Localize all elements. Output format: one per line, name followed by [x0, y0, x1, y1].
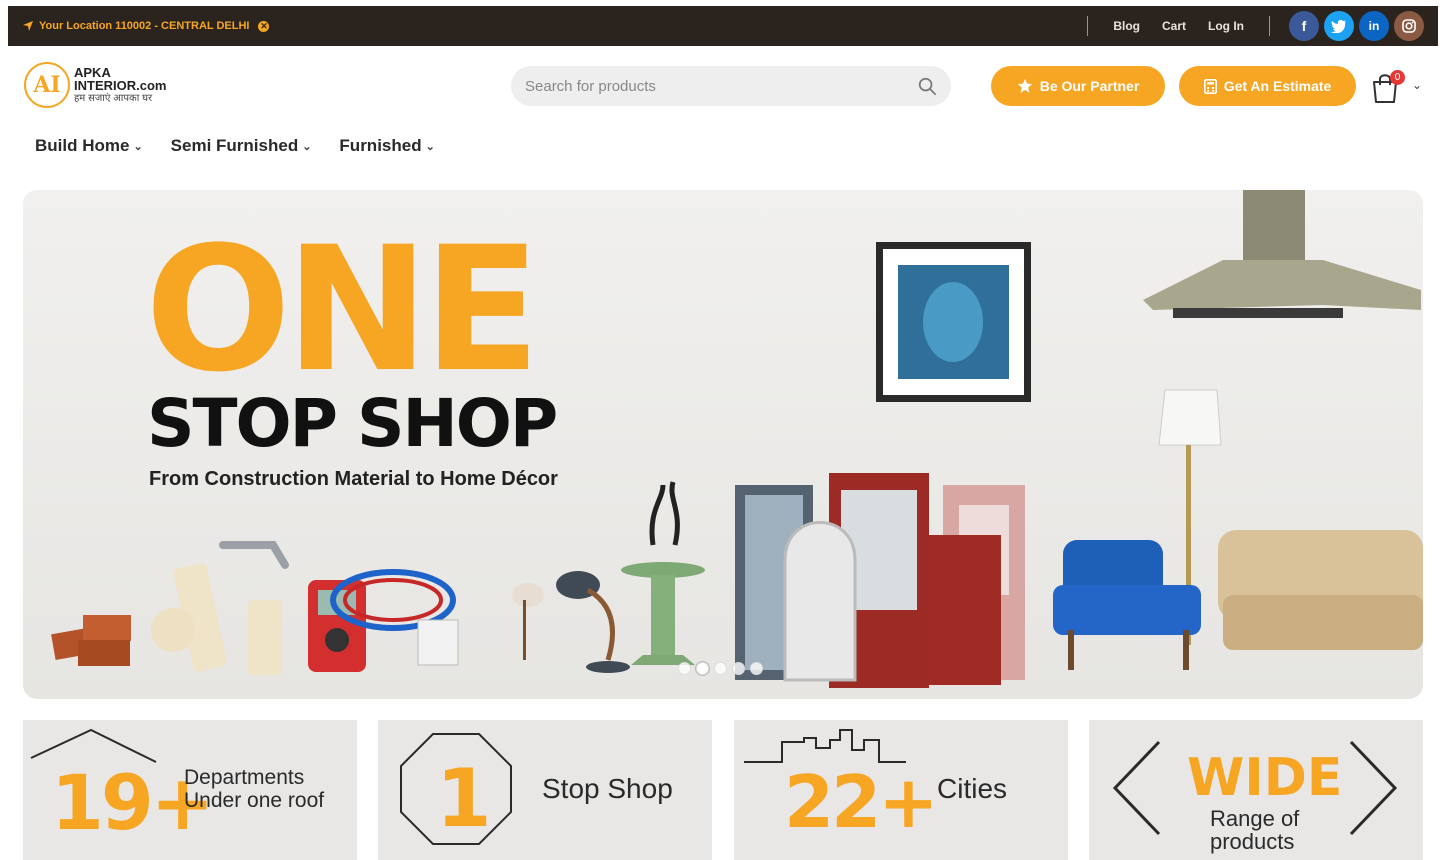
location-selector[interactable]: Your Location 110002 - CENTRAL DELHI ✕ [22, 20, 270, 32]
chevron-down-icon: ⌄ [133, 140, 143, 153]
cart-count-badge: 0 [1390, 70, 1405, 85]
carousel-dots [678, 662, 763, 675]
divider [1269, 16, 1270, 36]
instagram-icon[interactable] [1394, 11, 1424, 41]
star-icon [1017, 78, 1032, 93]
carousel-dot[interactable] [714, 662, 727, 675]
stat-label: Stop Shop [542, 773, 673, 804]
twitter-icon[interactable] [1324, 11, 1354, 41]
nav-semi-furnished[interactable]: Semi Furnished ⌄ [171, 136, 312, 156]
stat-number: WIDE [1187, 748, 1343, 808]
stat-label: Cities [937, 773, 1008, 804]
carousel-dot[interactable] [678, 662, 691, 675]
search-icon[interactable] [918, 77, 937, 96]
chevron-down-icon: ⌄ [425, 140, 435, 153]
cart-button[interactable]: 0 ⌄ [1370, 70, 1424, 106]
nav-build-home[interactable]: Build Home ⌄ [35, 136, 143, 156]
blog-link[interactable]: Blog [1113, 19, 1140, 33]
location-text: Your Location 110002 - CENTRAL DELHI [39, 20, 250, 32]
stat-label-line2: Under one roof [184, 789, 325, 812]
facebook-icon[interactable]: f [1289, 11, 1319, 41]
stat-number: 22+ [784, 760, 939, 844]
hero-banner[interactable]: ONE STOP SHOP From Construction Material… [23, 190, 1423, 699]
main-nav: Build Home ⌄ Semi Furnished ⌄ Furnished ⌄ [35, 136, 435, 156]
calculator-icon [1203, 78, 1217, 94]
carousel-dot[interactable] [732, 662, 745, 675]
be-our-partner-button[interactable]: Be Our Partner [991, 66, 1165, 106]
stat-label-line1: Departments [184, 766, 305, 789]
stat-label-line2: products [1210, 829, 1295, 854]
carousel-dot-active[interactable] [696, 662, 709, 675]
linkedin-icon[interactable]: in [1359, 11, 1389, 41]
logo-tagline: हम सजाएं आपका घर [74, 92, 153, 104]
divider [1087, 16, 1089, 36]
stat-card-wide-range: WIDE Range of products [1089, 720, 1423, 860]
stat-number: 1 [436, 752, 492, 845]
search-bar [511, 66, 951, 106]
logo-mark: AI [24, 62, 70, 108]
chevron-down-icon: ⌄ [302, 140, 312, 153]
stat-card-cities: 22+ Cities [734, 720, 1068, 860]
stat-card-departments: 19+ Departments Under one roof [23, 720, 357, 860]
get-an-estimate-button[interactable]: Get An Estimate [1179, 66, 1356, 106]
carousel-dot[interactable] [750, 662, 763, 675]
search-input[interactable] [525, 77, 918, 95]
location-arrow-icon [23, 21, 33, 31]
site-logo[interactable]: AI APKA INTERIOR.com हम सजाएं आपका घर [24, 62, 166, 108]
chevron-down-icon[interactable]: ⌄ [1412, 78, 1422, 92]
logo-line1: APKA [74, 64, 111, 80]
top-bar: Your Location 110002 - CENTRAL DELHI ✕ B… [8, 6, 1438, 46]
login-link[interactable]: Log In [1208, 19, 1244, 33]
cart-link[interactable]: Cart [1162, 19, 1186, 33]
hero-products-illustration [51, 190, 1423, 688]
clear-location-icon[interactable]: ✕ [258, 20, 270, 32]
stat-card-stop-shop: 1 Stop Shop [378, 720, 712, 860]
logo-line2: INTERIOR.com [74, 77, 167, 93]
nav-furnished[interactable]: Furnished ⌄ [339, 136, 434, 156]
